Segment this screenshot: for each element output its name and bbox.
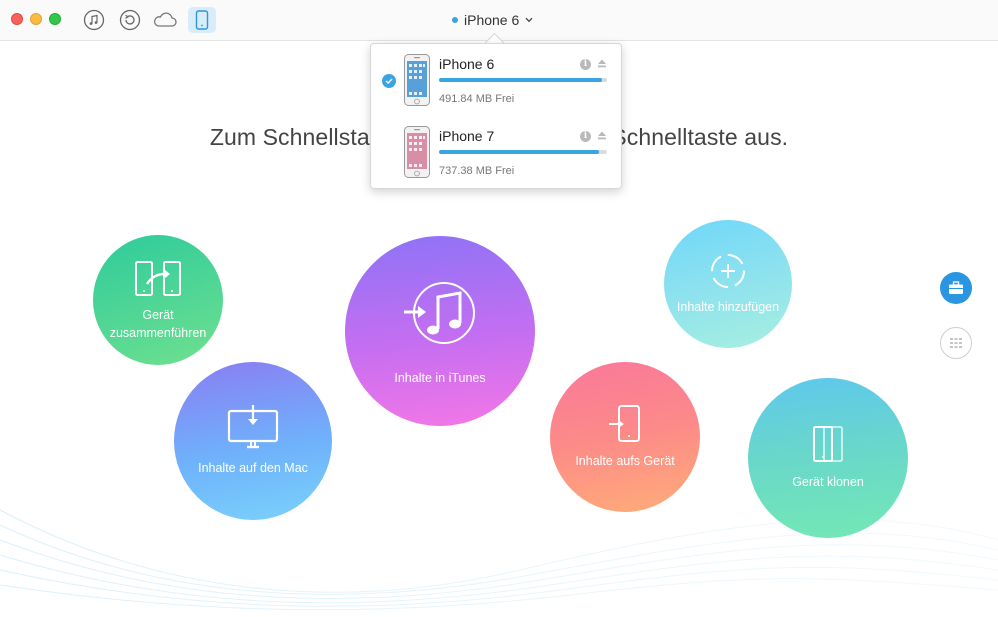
clone-device-label: Gerät klonen <box>792 475 864 489</box>
icloud-button[interactable] <box>151 7 179 33</box>
content-to-itunes-button[interactable]: Inhalte in iTunes <box>345 236 535 426</box>
toolbox-icon <box>949 281 963 294</box>
eject-icon[interactable] <box>597 131 607 140</box>
window-close-button[interactable] <box>11 13 23 25</box>
clone-device-icon <box>813 426 843 462</box>
device-name: iPhone 7 <box>439 128 495 144</box>
device-button[interactable] <box>188 7 216 33</box>
itunes-library-button[interactable] <box>80 7 108 33</box>
itunes-icon <box>83 9 105 31</box>
iphone-image-icon <box>404 54 430 106</box>
merge-device-button[interactable]: Gerät zusammenführen <box>93 235 223 365</box>
iphone-image-icon <box>404 126 430 178</box>
merge-device-icon <box>135 261 181 296</box>
eject-icon[interactable] <box>597 59 607 68</box>
content-to-mac-label: Inhalte auf den Mac <box>198 461 308 475</box>
add-content-button[interactable]: Inhalte hinzufügen <box>664 220 792 348</box>
info-icon[interactable]: i <box>580 59 591 70</box>
info-icon[interactable]: i <box>580 131 591 142</box>
device-name: iPhone 6 <box>439 56 495 72</box>
phone-import-icon <box>609 405 640 442</box>
add-circle-icon <box>711 254 745 288</box>
storage-bar-fill <box>439 78 602 82</box>
content-to-device-button[interactable]: Inhalte aufs Gerät <box>550 362 700 512</box>
content-to-itunes-label: Inhalte in iTunes <box>394 371 486 385</box>
storage-bar <box>439 78 607 82</box>
free-space-label: 491.84 MB Frei <box>439 93 515 105</box>
history-icon <box>119 9 141 31</box>
add-content-label: Inhalte hinzufügen <box>676 300 780 314</box>
chevron-down-icon <box>525 17 533 23</box>
toolbox-button[interactable] <box>940 272 972 304</box>
storage-bar <box>439 150 607 154</box>
device-item-iphone-6[interactable]: iPhone 6 i 491.84 MB Frei <box>371 48 621 118</box>
storage-bar-fill <box>439 150 599 154</box>
itunes-transfer-icon <box>404 282 475 344</box>
grid-icon <box>950 338 962 348</box>
checkmark-icon <box>382 74 396 88</box>
merge-device-label: Gerät zusammenführen <box>109 308 207 340</box>
connected-indicator <box>452 17 458 23</box>
device-item-iphone-7[interactable]: iPhone 7 i 737.38 MB Frei <box>371 120 621 190</box>
clone-device-button[interactable]: Gerät klonen <box>748 378 908 538</box>
window-minimize-button[interactable] <box>30 13 42 25</box>
device-selector-label: iPhone 6 <box>464 12 520 28</box>
content-to-device-label: Inhalte aufs Gerät <box>575 454 675 468</box>
title-bar: iPhone 6 <box>0 0 998 41</box>
window-zoom-button[interactable] <box>49 13 61 25</box>
backup-history-button[interactable] <box>116 7 144 33</box>
phone-icon <box>195 10 209 30</box>
icloud-icon <box>153 12 177 27</box>
free-space-label: 737.38 MB Frei <box>439 165 515 177</box>
monitor-download-icon <box>227 405 279 449</box>
device-selector[interactable]: iPhone 6 <box>452 11 533 29</box>
content-to-mac-button[interactable]: Inhalte auf den Mac <box>174 362 332 520</box>
device-dropdown: iPhone 6 i 491.84 MB Frei iPhone 7 i 737… <box>370 43 622 189</box>
all-tools-button[interactable] <box>940 327 972 359</box>
